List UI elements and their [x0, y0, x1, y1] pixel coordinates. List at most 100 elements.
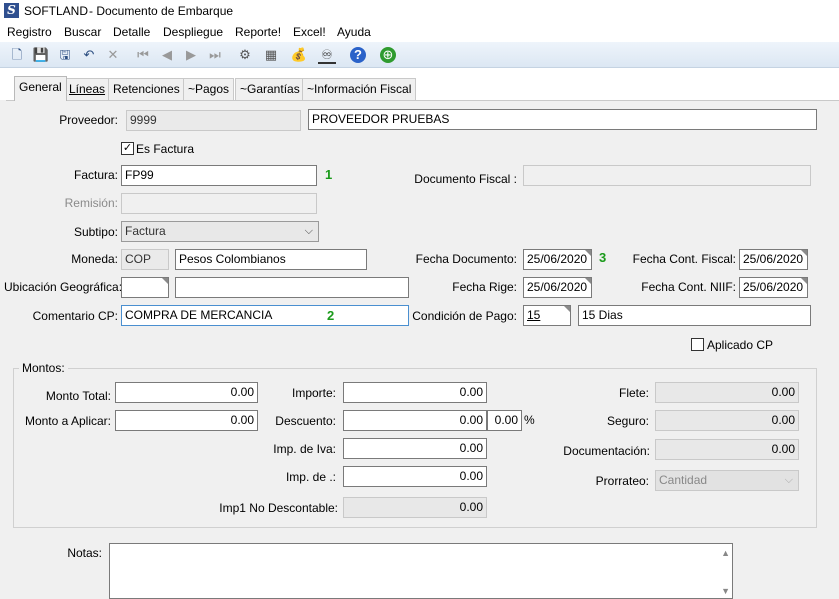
- menu-detalle[interactable]: Detalle: [113, 25, 150, 39]
- menu-buscar[interactable]: Buscar: [64, 25, 101, 39]
- subtipo-select[interactable]: Factura ⌵: [121, 221, 319, 242]
- importe-field[interactable]: 0.00: [343, 382, 487, 403]
- percent-symbol: %: [524, 413, 535, 427]
- fecha-rige-label: Fecha Rige:: [452, 280, 517, 294]
- moneda-code-field[interactable]: COP: [121, 249, 169, 270]
- tab-retenciones[interactable]: Retenciones: [108, 78, 185, 100]
- new-icon[interactable]: 🗋: [8, 46, 26, 64]
- menu-bar: Registro Buscar Detalle Despliegue Repor…: [0, 22, 839, 42]
- proveedor-code-field[interactable]: 9999: [126, 110, 301, 131]
- tab-informacion-fiscal[interactable]: ~Información Fiscal: [302, 78, 417, 100]
- remision-field[interactable]: [121, 193, 317, 214]
- proveedor-name-field[interactable]: PROVEEDOR PRUEBAS: [308, 109, 817, 130]
- save-icon[interactable]: 💾: [32, 46, 50, 64]
- menu-ayuda[interactable]: Ayuda: [337, 25, 371, 39]
- moneda-label: Moneda:: [71, 252, 118, 266]
- fecha-cont-niif-field[interactable]: 25/06/2020: [739, 277, 808, 298]
- imp-iva-field[interactable]: 0.00: [343, 438, 487, 459]
- delete-icon[interactable]: ✕: [104, 46, 122, 64]
- app-name: SOFTLAND: [24, 4, 89, 18]
- exit-icon[interactable]: ⊕: [380, 47, 396, 63]
- annotation-2: 2: [327, 308, 335, 323]
- imp-de-label: Imp. de .:: [285, 470, 336, 484]
- menu-despliegue[interactable]: Despliegue: [163, 25, 223, 39]
- descuento-pct-field[interactable]: 0.00: [487, 410, 522, 431]
- ubicacion-code-field[interactable]: [121, 277, 169, 298]
- fecha-documento-label: Fecha Documento:: [415, 252, 517, 266]
- fecha-cont-fiscal-label: Fecha Cont. Fiscal:: [632, 252, 736, 266]
- money-bag-icon[interactable]: 💰: [290, 46, 308, 64]
- seguro-field[interactable]: 0.00: [655, 410, 799, 431]
- first-record-icon[interactable]: ⏮: [134, 46, 152, 64]
- documentacion-field[interactable]: 0.00: [655, 439, 799, 460]
- flete-label: Flete:: [618, 386, 649, 400]
- window-title: - Documento de Embarque: [89, 4, 234, 18]
- descuento-label: Descuento:: [275, 414, 336, 428]
- remision-label: Remisión:: [64, 196, 118, 210]
- scroll-up-icon[interactable]: ▲: [721, 548, 730, 558]
- subtipo-label: Subtipo:: [73, 225, 118, 239]
- ubicacion-label: Ubicación Geográfica:: [4, 280, 123, 294]
- previous-record-icon[interactable]: ◀: [158, 46, 176, 64]
- comentario-cp-field[interactable]: COMPRA DE MERCANCIA: [121, 305, 409, 326]
- imp1-no-descontable-label: Imp1 No Descontable:: [219, 501, 338, 515]
- last-record-icon[interactable]: ⏭: [206, 46, 224, 64]
- factura-field[interactable]: FP99: [121, 165, 317, 186]
- imp-de-field[interactable]: 0.00: [343, 466, 487, 487]
- condicion-pago-code-field[interactable]: 15: [523, 305, 571, 326]
- tab-pagos[interactable]: ~Pagos: [183, 78, 235, 100]
- menu-reporte[interactable]: Reporte!: [235, 25, 281, 39]
- imp1-no-descontable-field[interactable]: 0.00: [343, 497, 487, 518]
- factura-label: Factura:: [73, 168, 118, 182]
- fecha-rige-field[interactable]: 25/06/2020: [523, 277, 592, 298]
- menu-excel[interactable]: Excel!: [293, 25, 326, 39]
- undo-icon[interactable]: ↶: [80, 46, 98, 64]
- moneda-name-field[interactable]: Pesos Colombianos: [175, 249, 367, 270]
- ubicacion-name-field[interactable]: [175, 277, 409, 298]
- grid-icon[interactable]: ▦: [262, 46, 280, 64]
- condicion-pago-label: Condición de Pago:: [412, 309, 517, 323]
- tab-lineas[interactable]: Líneas: [64, 78, 111, 100]
- binoculars-icon[interactable]: ♾: [318, 46, 336, 64]
- es-factura-checkbox[interactable]: ✓: [121, 142, 134, 155]
- notas-textarea[interactable]: ▲ ▼: [109, 543, 733, 599]
- proveedor-label: Proveedor:: [59, 113, 118, 127]
- prorrateo-value: Cantidad: [659, 473, 708, 487]
- documento-fiscal-label: Documento Fiscal :: [414, 172, 517, 186]
- importe-label: Importe:: [291, 386, 336, 400]
- help-icon[interactable]: ?: [350, 47, 366, 63]
- monto-aplicar-label: Monto a Aplicar:: [24, 414, 111, 428]
- annotation-1: 1: [325, 167, 333, 182]
- descuento-field[interactable]: 0.00: [343, 410, 487, 431]
- monto-aplicar-field[interactable]: 0.00: [115, 410, 258, 431]
- next-record-icon[interactable]: ▶: [182, 46, 200, 64]
- flete-field[interactable]: 0.00: [655, 382, 799, 403]
- annotation-3: 3: [599, 250, 607, 265]
- tab-garantias[interactable]: ~Garantías: [235, 78, 305, 100]
- es-factura-label: Es Factura: [136, 142, 195, 156]
- montos-title: Montos:: [19, 361, 68, 375]
- monto-total-field[interactable]: 0.00: [115, 382, 258, 403]
- comentario-cp-label: Comentario CP:: [32, 309, 118, 323]
- save-as-icon[interactable]: 🖫: [56, 46, 74, 64]
- fecha-cont-fiscal-field[interactable]: 25/06/2020: [739, 249, 808, 270]
- subtipo-value: Factura: [125, 224, 166, 238]
- aplicado-cp-checkbox[interactable]: [691, 338, 704, 351]
- fecha-documento-field[interactable]: 25/06/2020: [523, 249, 592, 270]
- aplicado-cp-label: Aplicado CP: [707, 338, 774, 352]
- imp-iva-label: Imp. de Iva:: [273, 442, 336, 456]
- prorrateo-select[interactable]: Cantidad ⌵: [655, 470, 799, 491]
- condicion-pago-desc-field[interactable]: 15 Dias: [578, 305, 811, 326]
- monto-total-label: Monto Total:: [45, 389, 111, 403]
- documentacion-label: Documentación:: [563, 444, 650, 458]
- notas-label: Notas:: [67, 546, 102, 560]
- prorrateo-label: Prorrateo:: [595, 474, 649, 488]
- tab-general[interactable]: General: [14, 76, 67, 101]
- process-icon[interactable]: ⚙: [236, 46, 254, 64]
- documento-fiscal-field[interactable]: [523, 165, 811, 186]
- chevron-down-icon: ⌵: [784, 474, 793, 486]
- scroll-down-icon[interactable]: ▼: [721, 586, 730, 596]
- menu-registro[interactable]: Registro: [7, 25, 52, 39]
- app-logo-icon: S: [4, 3, 19, 18]
- chevron-down-icon: ⌵: [304, 225, 313, 237]
